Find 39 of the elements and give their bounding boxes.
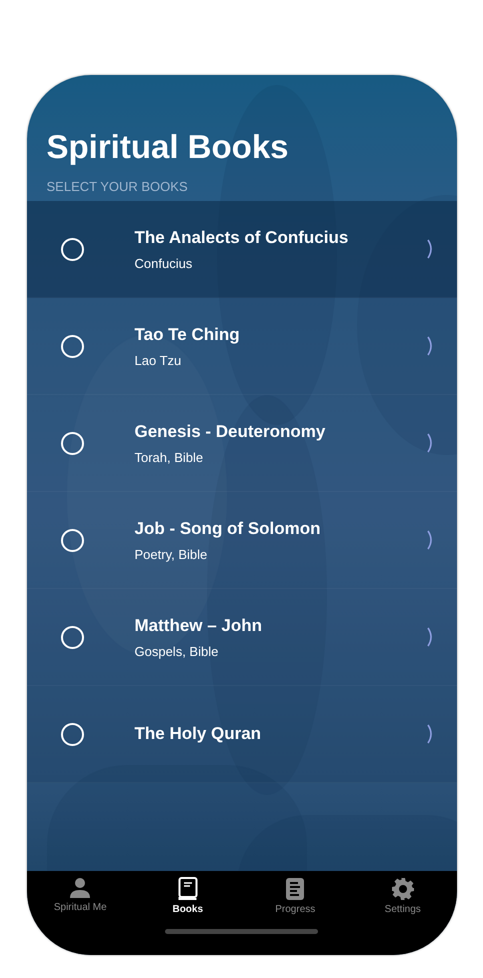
radio-button[interactable] <box>60 432 84 454</box>
book-row[interactable]: The Analects of Confucius Confucius <box>26 201 456 298</box>
book-row[interactable]: Job - Song of Solomon Poetry, Bible <box>26 492 456 589</box>
book-title: Tao Te Ching <box>134 324 240 344</box>
tab[interactable]: Progress <box>245 877 346 915</box>
section-label: SELECT YOUR BOOKS <box>46 179 188 195</box>
book-title: The Holy Quran <box>134 724 262 744</box>
book-author: Lao Tzu <box>134 352 182 368</box>
person-icon <box>69 877 92 899</box>
book-row[interactable]: Genesis - Deuteronomy Torah, Bible <box>26 395 456 492</box>
chevron-icon <box>426 724 434 744</box>
chevron-icon <box>426 239 434 259</box>
chevron-icon <box>426 627 434 647</box>
radio-button[interactable] <box>60 626 84 648</box>
book-author: Poetry, Bible <box>134 546 208 562</box>
book-row[interactable]: Matthew – John Gospels, Bible <box>26 589 456 686</box>
radio-button[interactable] <box>60 334 84 358</box>
document-icon <box>285 877 306 901</box>
book-author: Torah, Bible <box>134 450 204 464</box>
tab[interactable]: Books <box>138 877 238 915</box>
chevron-icon <box>426 433 434 453</box>
chevron-icon <box>426 336 434 356</box>
page-title: Spiritual Books <box>46 127 290 167</box>
settings-icon <box>390 877 415 901</box>
book-title: Matthew – John <box>134 616 262 636</box>
book-row[interactable]: Tao Te Ching Lao Tzu <box>26 298 456 395</box>
chevron-icon <box>426 530 434 550</box>
radio-button[interactable] <box>60 238 84 260</box>
book-icon <box>178 877 198 901</box>
book-title: Job - Song of Solomon <box>134 518 321 538</box>
book-title: The Analects of Confucius <box>134 228 348 248</box>
book-title: Genesis - Deuteronomy <box>134 422 326 442</box>
book-row[interactable]: The Holy Quran <box>26 686 456 783</box>
book-author: Confucius <box>134 256 192 270</box>
radio-button[interactable] <box>60 528 84 552</box>
radio-button[interactable] <box>60 722 84 746</box>
book-author: Gospels, Bible <box>134 644 218 658</box>
tab[interactable]: Settings <box>352 877 453 915</box>
tab[interactable]: Spiritual Me <box>30 877 130 915</box>
